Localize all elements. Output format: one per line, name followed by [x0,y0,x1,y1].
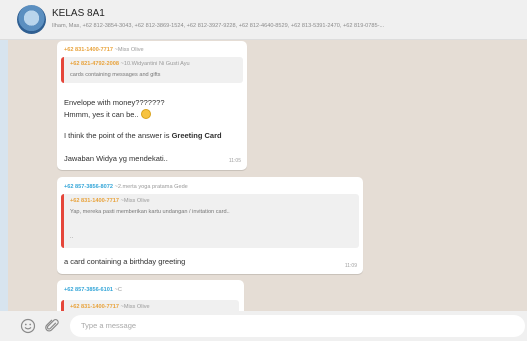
paperclip-icon[interactable] [44,318,60,334]
quoted-message[interactable]: +62 831-1400-7717 ~Miss Olive [61,300,239,311]
message-list[interactable]: +62 831-1400-7717 ~Miss Olive +62 821-47… [0,40,527,311]
quoted-text: Yap, mereka pasti memberikan kartu undan… [70,209,230,215]
message-line: Envelope with money??????? [64,98,165,107]
message-answer-bold: Greeting Card [171,131,222,140]
sender-alias: ~C [114,287,122,293]
quoted-sender-alias: ~10.Widyantini Ni Gusti Ayu [120,61,190,67]
chat-header[interactable]: KELAS 8A1 Ilham, Mas, +62 812-3854-3043,… [0,0,527,40]
grinning-emoji-icon [140,109,151,119]
message-line: Hmmm, yes it can be.. [64,109,151,119]
sender-phone[interactable]: +62 857-3856-6101 [64,287,113,293]
message-line: a card containing a birthday greeting [64,257,186,266]
group-name: KELAS 8A1 [52,8,105,19]
message-input-placeholder: Type a message [81,321,137,330]
quoted-sender: +62 831-1400-7717 ~Miss Olive [70,304,150,310]
message-line: I think the point of the answer is Greet… [64,131,222,140]
message-line: Jawaban Widya yg mendekati.. [64,154,168,163]
message-composer: Type a message [0,311,527,341]
quoted-sender-phone: +62 831-1400-7717 [70,198,119,204]
message-bubble[interactable]: +62 857-3856-8072 ~2.merta yoga pratama … [57,177,363,274]
message-sender: +62 857-3856-6101 ~C [64,287,122,293]
message-answer-prefix: I think the point of the answer is [64,131,172,140]
message-sender: +62 857-3856-8072 ~2.merta yoga pratama … [64,184,188,190]
smiley-icon[interactable] [20,318,36,334]
sender-alias: ~Miss Olive [114,47,144,53]
quoted-sender-phone: +62 821-4792-2008 [70,61,119,67]
left-panel-edge [0,40,8,311]
quoted-sender-phone: +62 831-1400-7717 [70,304,119,310]
quoted-text-extra: .. [70,234,74,240]
quoted-sender-alias: ~Miss Olive [120,304,150,310]
message-sender: +62 831-1400-7717 ~Miss Olive [64,47,144,53]
group-members: Ilham, Mas, +62 812-3854-3043, +62 812-3… [52,23,385,29]
quoted-sender-alias: ~Miss Olive [120,198,150,204]
sender-phone[interactable]: +62 857-3856-8072 [64,184,113,190]
sender-phone[interactable]: +62 831-1400-7717 [64,47,113,53]
message-time: 11:05 [228,158,241,164]
quoted-sender: +62 831-1400-7717 ~Miss Olive [70,198,150,204]
message-time: 11:09 [344,263,357,269]
message-input[interactable]: Type a message [70,315,525,337]
group-avatar[interactable] [17,5,46,34]
message-bubble[interactable]: +62 831-1400-7717 ~Miss Olive +62 821-47… [57,41,247,170]
message-bubble[interactable]: +62 857-3856-6101 ~C +62 831-1400-7717 ~… [57,280,244,311]
quoted-message[interactable]: +62 821-4792-2008 ~10.Widyantini Ni Gust… [61,57,243,83]
quoted-text: cards containing messages and gifts [70,72,161,78]
message-line-text: Hmmm, yes it can be.. [64,110,139,119]
quoted-sender: +62 821-4792-2008 ~10.Widyantini Ni Gust… [70,61,190,67]
quoted-message[interactable]: +62 831-1400-7717 ~Miss Olive Yap, merek… [61,194,359,248]
sender-alias: ~2.merta yoga pratama Gede [114,184,188,190]
